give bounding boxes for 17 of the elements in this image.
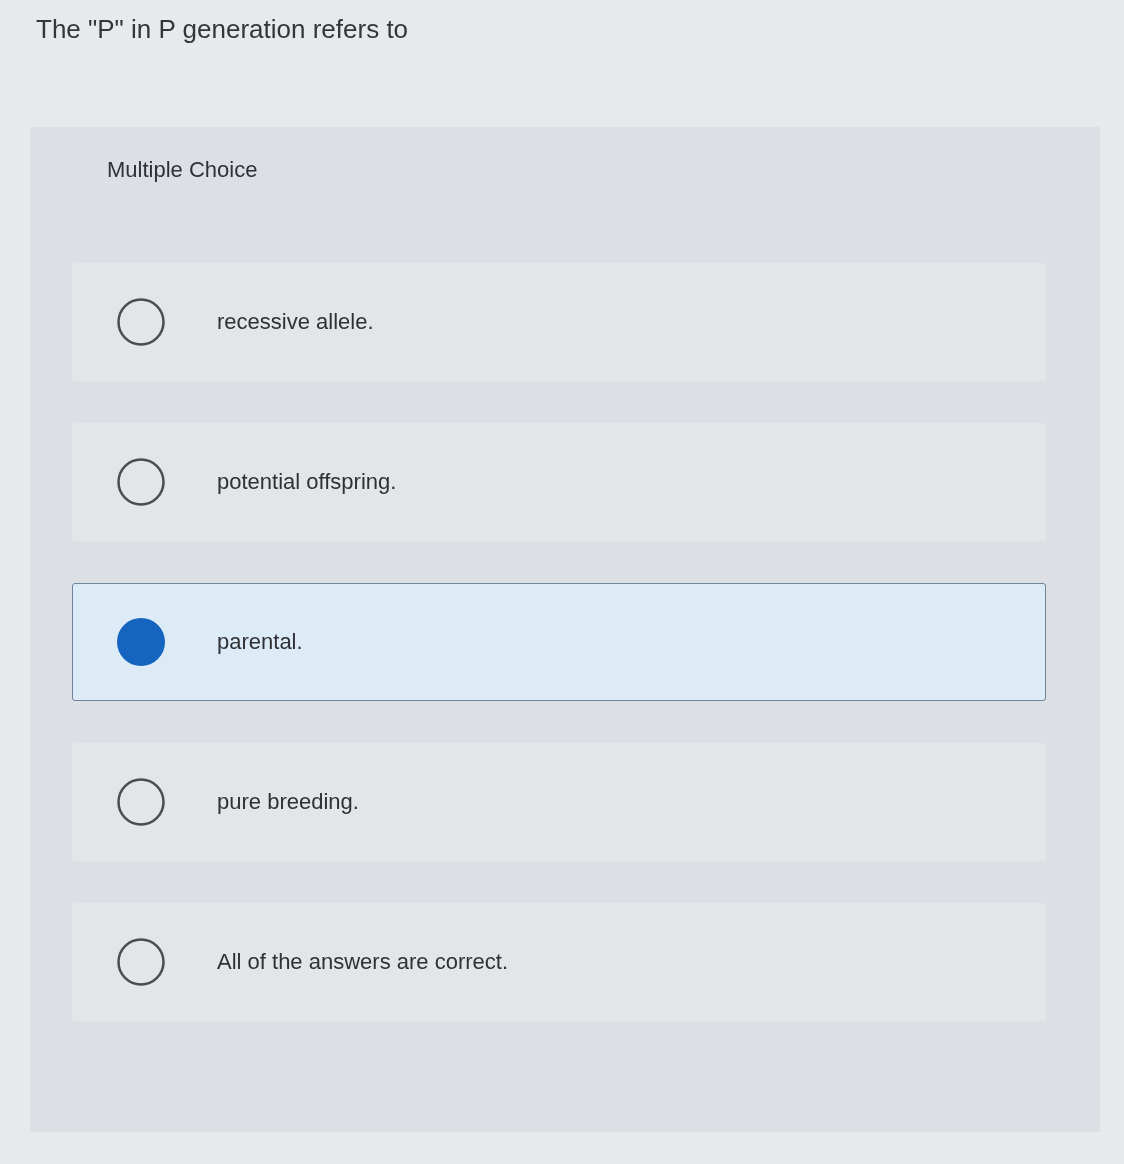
option-label: recessive allele. <box>217 309 374 335</box>
radio-icon[interactable] <box>117 938 165 986</box>
answer-option[interactable]: All of the answers are correct. <box>72 903 1046 1021</box>
radio-icon[interactable] <box>117 458 165 506</box>
option-label: parental. <box>217 629 303 655</box>
answer-option[interactable]: potential offspring. <box>72 423 1046 541</box>
question-text: The "P" in P generation refers to <box>36 14 409 45</box>
option-label: pure breeding. <box>217 789 359 815</box>
option-label: All of the answers are correct. <box>217 949 508 975</box>
radio-selected-icon[interactable] <box>117 618 165 666</box>
answer-option[interactable]: pure breeding. <box>72 743 1046 861</box>
radio-icon[interactable] <box>117 778 165 826</box>
radio-icon[interactable] <box>117 298 165 346</box>
answer-option[interactable]: recessive allele. <box>72 263 1046 381</box>
answer-option[interactable]: parental. <box>72 583 1046 701</box>
question-type-label: Multiple Choice <box>107 157 258 183</box>
option-label: potential offspring. <box>217 469 397 495</box>
